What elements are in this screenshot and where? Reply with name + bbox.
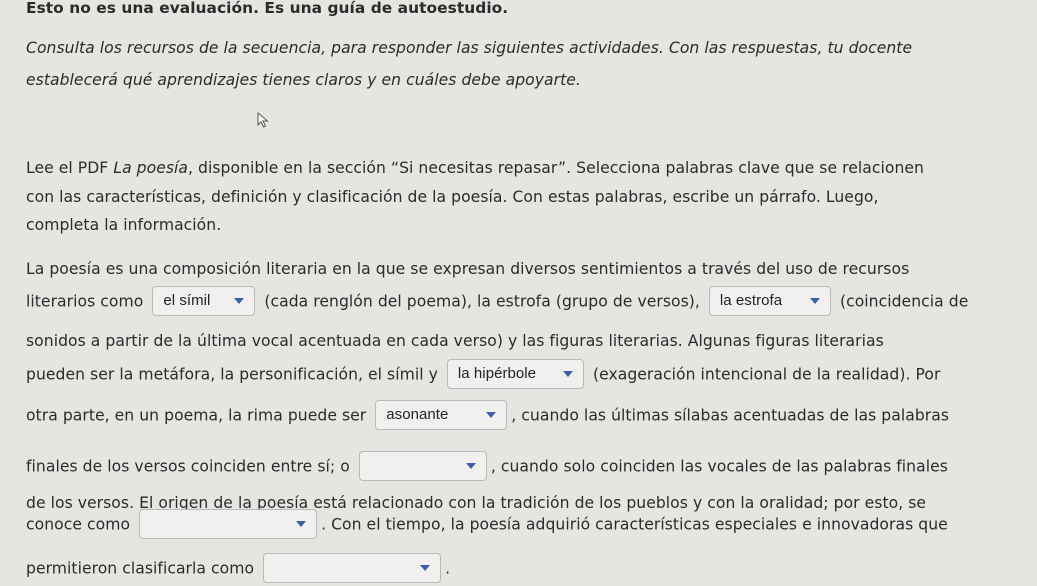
- paragraph-text: (exageración intencional de la realidad)…: [592, 365, 941, 384]
- paragraph-text: literarios como: [26, 292, 144, 311]
- paragraph-text: . Con el tiempo, la poesía adquirió cara…: [321, 515, 948, 534]
- dropdown-tipo-rima-1[interactable]: asonante: [375, 400, 508, 430]
- dropdown-value: el símil: [163, 292, 211, 309]
- paragraph-line-3: sonidos a partir de la última vocal acen…: [26, 332, 884, 350]
- dropdown-value: asonante: [386, 406, 449, 423]
- paragraph-line-8: conoce como . Con el tiempo, la poesía a…: [26, 509, 948, 540]
- triangle-down-icon: [296, 521, 307, 527]
- triangle-down-icon: [809, 298, 820, 304]
- instructions-text: Lee el PDF: [26, 159, 114, 177]
- intro-line-2: establecerá qué aprendizajes tienes clar…: [26, 71, 581, 89]
- paragraph-line-5: otra parte, en un poema, la rima puede s…: [26, 400, 950, 431]
- triangle-down-icon: [465, 463, 476, 469]
- mouse-pointer-icon: [257, 112, 269, 128]
- triangle-down-icon: [234, 298, 245, 304]
- paragraph-text: (coincidencia de: [839, 292, 969, 311]
- paragraph-text: finales de los versos coinciden entre sí…: [26, 457, 350, 476]
- triangle-down-icon: [486, 412, 497, 418]
- dropdown-clasificacion[interactable]: [263, 553, 442, 583]
- pdf-title: La poesía: [113, 159, 189, 177]
- dropdown-origen[interactable]: [139, 509, 318, 539]
- paragraph-line-4: pueden ser la metáfora, la personificaci…: [26, 359, 941, 390]
- paragraph-text: otra parte, en un poema, la rima puede s…: [26, 406, 367, 425]
- paragraph-text: (cada renglón del poema), la estrofa (gr…: [264, 292, 700, 311]
- dropdown-figura[interactable]: la hipérbole: [446, 359, 584, 389]
- activity-page: Esto no es una evaluación. Es una guía d…: [0, 0, 1037, 586]
- instructions-line-2: con las características, definición y cl…: [26, 188, 879, 206]
- paragraph-line-1: La poesía es una composición literaria e…: [26, 260, 910, 278]
- paragraph-line-2: literarios como el símil (cada renglón d…: [26, 286, 969, 317]
- instructions-line-1: Lee el PDF La poesía, disponible en la s…: [26, 157, 924, 179]
- triangle-down-icon: [562, 371, 573, 377]
- paragraph-text: permitieron clasificarla como: [26, 559, 255, 578]
- dropdown-tipo-rima-2[interactable]: [358, 451, 487, 481]
- triangle-down-icon: [420, 565, 431, 571]
- paragraph-text: conoce como: [26, 515, 131, 534]
- paragraph-line-9: permitieron clasificarla como .: [26, 553, 451, 584]
- dropdown-value: la estrofa: [719, 292, 783, 309]
- paragraph-text: , cuando las últimas sílabas acentuadas …: [511, 406, 950, 425]
- paragraph-line-6: finales de los versos coinciden entre sí…: [26, 451, 948, 482]
- instructions-text: , disponible en la sección “Si necesitas…: [188, 159, 924, 177]
- dropdown-rima[interactable]: la estrofa: [708, 286, 831, 316]
- intro-line-1: Consulta los recursos de la secuencia, p…: [26, 39, 913, 57]
- paragraph-text: , cuando solo coinciden las vocales de l…: [490, 457, 948, 476]
- page-heading: Esto no es una evaluación. Es una guía d…: [26, 0, 509, 17]
- paragraph-text: .: [445, 559, 451, 578]
- dropdown-value: la hipérbole: [457, 365, 537, 382]
- dropdown-verso[interactable]: el símil: [152, 286, 256, 316]
- instructions-line-3: completa la información.: [26, 216, 222, 234]
- paragraph-text: pueden ser la metáfora, la personificaci…: [26, 365, 438, 384]
